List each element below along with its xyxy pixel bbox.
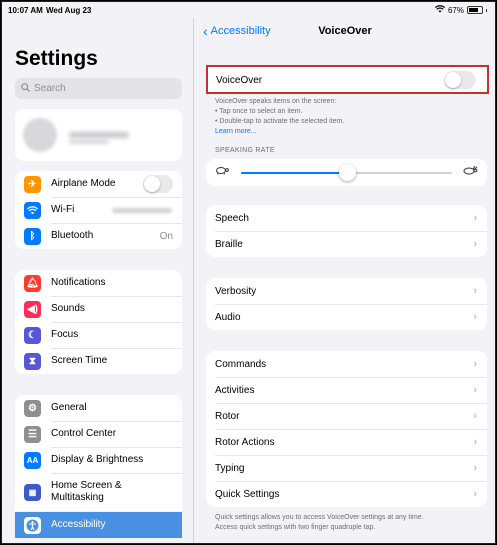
commands-row[interactable]: Commands › bbox=[206, 351, 487, 377]
chevron-right-icon: › bbox=[473, 285, 477, 297]
sidebar-item-label: Home Screen & Multitasking bbox=[51, 480, 122, 503]
sidebar-item-control-center[interactable]: ☰ Control Center bbox=[15, 421, 182, 447]
avatar bbox=[23, 118, 57, 152]
turtle-icon bbox=[215, 165, 229, 178]
sidebar-item-sounds[interactable]: ◀) Sounds bbox=[15, 296, 182, 322]
hare-icon bbox=[462, 165, 478, 178]
airplane-mode-toggle[interactable] bbox=[143, 175, 173, 193]
sidebar-item-label: Accessibility bbox=[51, 519, 106, 530]
search-input[interactable]: Search bbox=[15, 78, 182, 99]
verbosity-row[interactable]: Verbosity › bbox=[206, 278, 487, 304]
sidebar-item-display-brightness[interactable]: AA Display & Brightness bbox=[15, 447, 182, 473]
commands-group: Commands › Activities › Rotor › Rotor Actio… bbox=[206, 351, 487, 507]
page-title: Settings bbox=[15, 47, 98, 70]
chevron-right-icon: › bbox=[473, 384, 477, 396]
chevron-right-icon: › bbox=[473, 311, 477, 323]
wifi-status-icon bbox=[434, 5, 446, 15]
sidebar-item-wifi[interactable]: Wi-Fi bbox=[15, 197, 182, 223]
speaking-rate-header: SPEAKING RATE bbox=[215, 147, 275, 154]
sidebar-item-focus[interactable]: ☾ Focus bbox=[15, 322, 182, 348]
sidebar-item-bluetooth[interactable]: ᛒ Bluetooth On bbox=[15, 223, 182, 249]
aa-icon: AA bbox=[24, 451, 41, 469]
chevron-right-icon: › bbox=[473, 410, 477, 422]
hourglass-icon: ⧗ bbox=[24, 352, 41, 370]
battery-icon bbox=[467, 6, 483, 14]
quick-settings-note: Quick settings allows you to access Voic… bbox=[215, 514, 424, 531]
voiceover-toggle[interactable] bbox=[444, 71, 476, 89]
voiceover-description: VoiceOver speaks items on the screen: • … bbox=[215, 98, 345, 137]
apple-id-profile[interactable] bbox=[15, 109, 182, 161]
sidebar-item-label: Notifications bbox=[51, 277, 106, 288]
chevron-left-icon: ‹ bbox=[203, 23, 208, 39]
sidebar-item-label: General bbox=[51, 402, 87, 413]
wifi-icon bbox=[24, 201, 41, 219]
learn-more-link[interactable]: Learn more... bbox=[215, 127, 344, 137]
chevron-right-icon: › bbox=[473, 488, 477, 500]
speaking-rate-control bbox=[206, 159, 487, 186]
voiceover-label: VoiceOver bbox=[216, 75, 263, 86]
speech-braille-group: Speech › Braille › bbox=[206, 205, 487, 257]
braille-row[interactable]: Braille › bbox=[206, 231, 487, 257]
speaking-rate-slider[interactable] bbox=[241, 164, 452, 181]
moon-icon: ☾ bbox=[24, 326, 41, 344]
speech-row[interactable]: Speech › bbox=[206, 205, 487, 231]
sidebar-item-label: Sounds bbox=[51, 303, 85, 314]
search-placeholder: Search bbox=[34, 83, 66, 94]
bluetooth-status: On bbox=[159, 230, 173, 242]
chevron-right-icon: › bbox=[473, 212, 477, 224]
verbosity-audio-group: Verbosity › Audio › bbox=[206, 278, 487, 330]
search-icon bbox=[21, 82, 30, 95]
audio-row[interactable]: Audio › bbox=[206, 304, 487, 330]
bluetooth-icon: ᛒ bbox=[24, 227, 41, 245]
slider-fill bbox=[241, 172, 347, 174]
sidebar-item-screen-time[interactable]: ⧗ Screen Time bbox=[15, 348, 182, 374]
bell-icon: 🔔︎ bbox=[24, 274, 41, 292]
voiceover-row: VoiceOver bbox=[206, 65, 489, 94]
gear-icon: ⚙ bbox=[24, 399, 41, 417]
status-time: 10:07 AM bbox=[8, 6, 43, 15]
sidebar-item-label: Focus bbox=[51, 329, 79, 340]
back-label: Accessibility bbox=[210, 25, 271, 37]
sidebar-item-notifications[interactable]: 🔔︎ Notifications bbox=[15, 270, 182, 296]
airplane-icon: ✈ bbox=[24, 175, 41, 193]
sidebar-item-label: Bluetooth bbox=[51, 230, 94, 241]
chevron-right-icon: › bbox=[473, 358, 477, 370]
sidebar-item-general[interactable]: ⚙ General bbox=[15, 395, 182, 421]
accessibility-icon bbox=[24, 516, 41, 534]
slider-thumb[interactable] bbox=[338, 164, 356, 181]
sliders-icon: ☰ bbox=[24, 425, 41, 443]
sidebar-item-label: Airplane Mode bbox=[51, 178, 116, 189]
chevron-right-icon: › bbox=[473, 238, 477, 250]
chevron-right-icon: › bbox=[473, 462, 477, 474]
rotor-actions-row[interactable]: Rotor Actions › bbox=[206, 429, 487, 455]
settings-sidebar: Settings Search ✈ Airplane Mode Wi-Fi ᛒ … bbox=[2, 2, 194, 543]
sidebar-item-accessibility[interactable]: Accessibility bbox=[15, 512, 182, 538]
voiceover-detail: VoiceOver ‹ Accessibility VoiceOver Voic… bbox=[195, 2, 495, 543]
back-button[interactable]: ‹ Accessibility bbox=[203, 23, 271, 39]
redacted-wifi-name bbox=[112, 207, 172, 213]
sidebar-item-home-screen[interactable]: ▦ Home Screen & Multitasking bbox=[15, 473, 182, 511]
quick-settings-row[interactable]: Quick Settings › bbox=[206, 481, 487, 507]
sidebar-item-label: Wi-Fi bbox=[51, 204, 75, 215]
rotor-row[interactable]: Rotor › bbox=[206, 403, 487, 429]
redacted-subtitle bbox=[69, 139, 109, 144]
redacted-name bbox=[69, 132, 129, 138]
typing-row[interactable]: Typing › bbox=[206, 455, 487, 481]
chevron-right-icon: › bbox=[473, 436, 477, 448]
sidebar-item-airplane-mode[interactable]: ✈ Airplane Mode bbox=[15, 171, 182, 197]
status-date: Wed Aug 23 bbox=[46, 6, 92, 15]
general-group: ⚙ General ☰ Control Center AA Display & … bbox=[15, 395, 182, 511]
speaker-icon: ◀) bbox=[24, 300, 41, 318]
connectivity-group: ✈ Airplane Mode Wi-Fi ᛒ Bluetooth On bbox=[15, 171, 182, 249]
sidebar-item-label: Display & Brightness bbox=[51, 454, 144, 465]
battery-percent: 67% bbox=[447, 5, 464, 15]
sidebar-item-label: Screen Time bbox=[51, 355, 108, 366]
ipad-screen: 10:07 AM Wed Aug 23 67% Settings Search bbox=[1, 1, 496, 544]
status-right: 67% bbox=[434, 5, 487, 15]
status-bar: 10:07 AM Wed Aug 23 67% bbox=[2, 2, 495, 18]
activities-row[interactable]: Activities › bbox=[206, 377, 487, 403]
notifications-group: 🔔︎ Notifications ◀) Sounds ☾ Focus ⧗ Scr… bbox=[15, 270, 182, 374]
grid-icon: ▦ bbox=[24, 483, 41, 501]
sidebar-item-label: Control Center bbox=[51, 428, 117, 439]
